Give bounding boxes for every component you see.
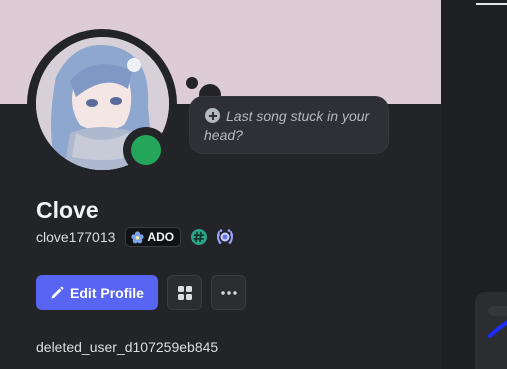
- pencil-icon: [51, 286, 64, 298]
- profile-panel: Last song stuck in your head? Clove clov…: [0, 0, 441, 369]
- window-edge-line: [476, 3, 507, 5]
- guild-tag-label: ADO: [147, 230, 175, 244]
- quest-badge[interactable]: [215, 227, 235, 247]
- custom-status-note[interactable]: Last song stuck in your head?: [189, 96, 389, 154]
- hash-badge-icon: [191, 229, 208, 245]
- blue-marker-stroke: [488, 320, 507, 338]
- blue-flower-icon: [131, 230, 145, 244]
- edit-profile-label: Edit Profile: [70, 284, 144, 301]
- ellipsis-icon: [220, 290, 237, 295]
- more-options-button[interactable]: [211, 275, 246, 310]
- side-card-bar: [488, 306, 507, 316]
- thought-bubble-small: [186, 77, 198, 89]
- username[interactable]: clove177013: [36, 229, 115, 245]
- orbs-shop-icon: [177, 285, 192, 300]
- laurel-badge-icon: [217, 229, 234, 244]
- guild-tag[interactable]: ADO: [125, 227, 182, 247]
- deleted-user-text: deleted_user_d107259eb845: [36, 339, 219, 355]
- note-placeholder: Last song stuck in your head?: [204, 108, 370, 143]
- edit-profile-button[interactable]: Edit Profile: [36, 275, 158, 310]
- hypesquad-badge[interactable]: [189, 227, 209, 247]
- username-row: clove177013 ADO: [36, 227, 235, 247]
- online-status-icon: [131, 135, 161, 165]
- display-name: Clove: [36, 197, 99, 223]
- orbs-shop-button[interactable]: [167, 275, 202, 310]
